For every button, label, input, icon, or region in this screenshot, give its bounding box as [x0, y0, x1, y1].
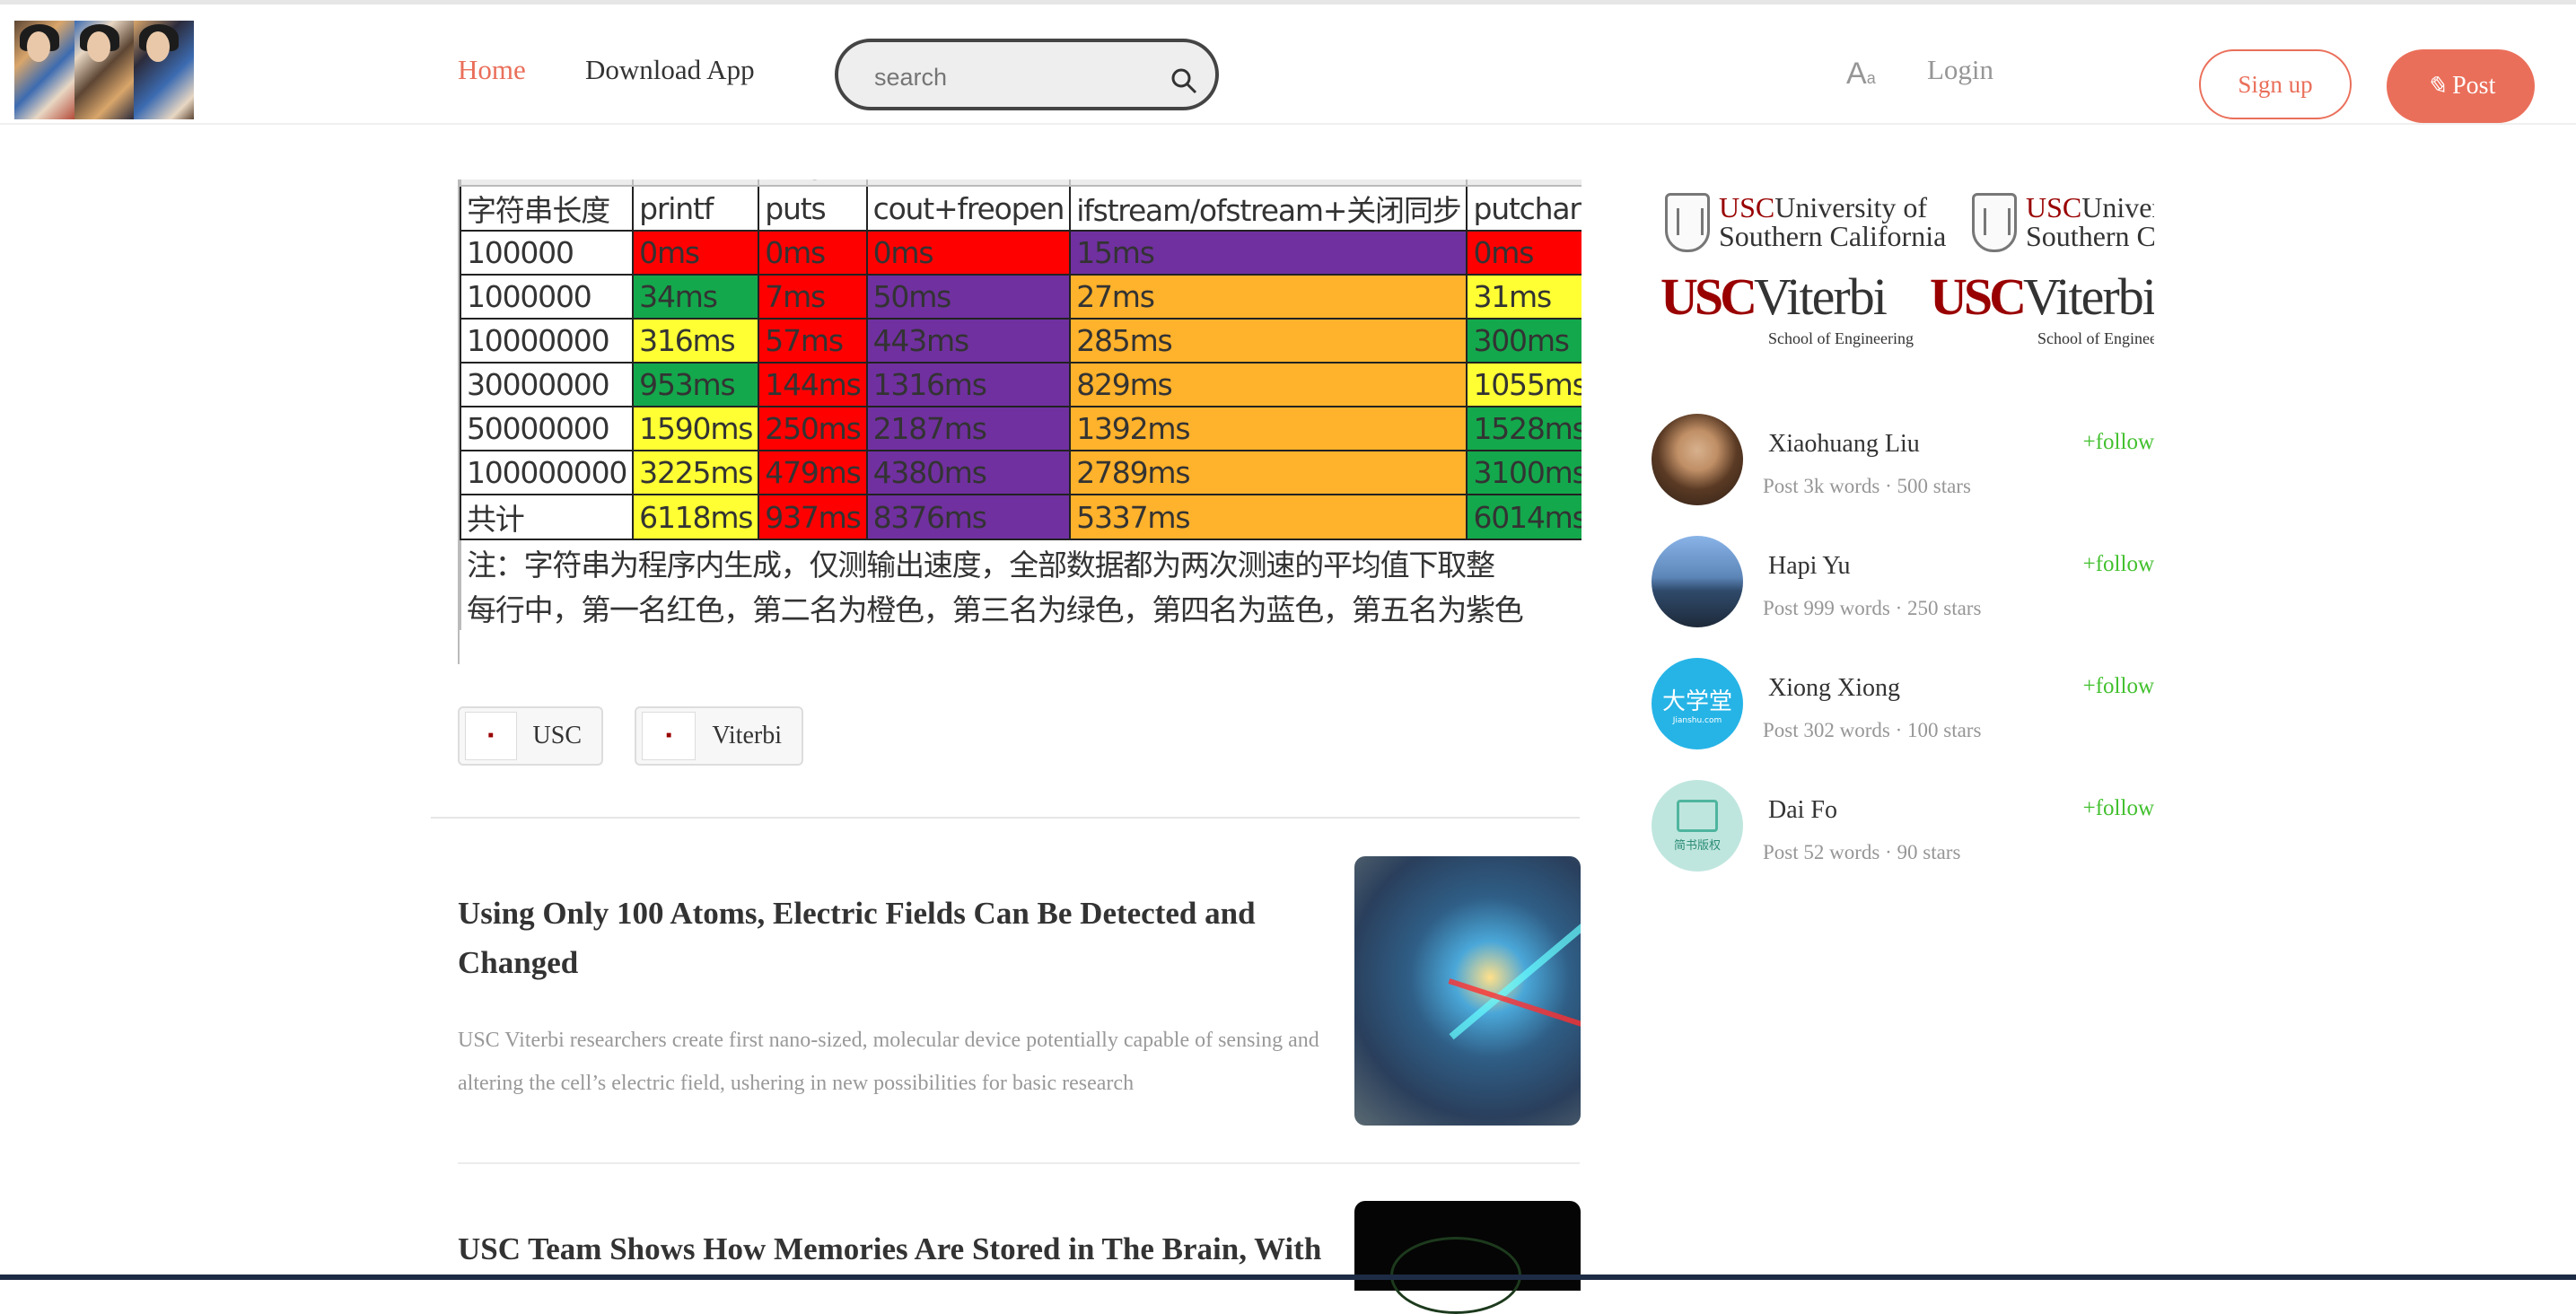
writer-meta: Post 52 words · 90 stars — [1763, 841, 1961, 863]
article-divider — [458, 1162, 1580, 1164]
table-cell: 443ms — [865, 318, 1072, 364]
benchmark-table: A B C D E F 字符串长度 printf puts cout+freop… — [460, 180, 1582, 630]
table-cell: 1055ms — [1466, 362, 1582, 407]
search-icon[interactable] — [1170, 67, 1197, 94]
avatar[interactable]: 简书版权 — [1652, 780, 1743, 872]
pen-icon: ✎ — [2425, 73, 2448, 101]
usc-tag-icon: ■ — [465, 712, 517, 760]
table-cell: 34ms — [632, 274, 760, 320]
nav-download-app-link[interactable]: Download App — [585, 54, 755, 86]
avatar[interactable] — [1652, 414, 1743, 505]
writer-name[interactable]: Dai Fo — [1768, 796, 1837, 825]
writer-meta: Post 999 words · 250 stars — [1763, 597, 1982, 619]
post-button[interactable]: ✎ Post — [2387, 49, 2535, 123]
writer-name[interactable]: Hapi Yu — [1768, 552, 1851, 581]
follow-button[interactable]: +follow — [2083, 674, 2154, 699]
table-row: 10000000 316ms 57ms 443ms 285ms 300ms — [460, 318, 1582, 364]
table-cell: 8376ms — [865, 494, 1072, 540]
table-cell: 15ms — [1069, 230, 1468, 276]
calendar-icon — [1677, 799, 1718, 832]
bottom-border — [0, 1275, 2576, 1280]
table-row: 100000000 3225ms 479ms 4380ms 2789ms 3100ms — [460, 450, 1582, 495]
login-link[interactable]: Login — [1927, 54, 1993, 86]
tag-viterbi[interactable]: ■ Viterbi — [635, 706, 803, 766]
writer-meta: Post 302 words · 100 stars — [1763, 719, 1982, 741]
signup-button[interactable]: Sign up — [2199, 49, 2352, 119]
table-cell: 1316ms — [865, 362, 1072, 407]
sidebar-brand-banners: USCUniversity of Southern California USC… — [1660, 191, 2154, 347]
table-cell: 300ms — [1466, 318, 1582, 364]
post-button-label: Post — [2452, 72, 2496, 100]
benchmark-table-image: A B C D E F 字符串长度 printf puts cout+freop… — [458, 180, 1582, 664]
table-cell: 285ms — [1069, 318, 1468, 364]
table-cell: 0ms — [865, 230, 1072, 276]
table-cell: 57ms — [758, 318, 868, 364]
table-cell: 316ms — [632, 318, 760, 364]
table-cell: 0ms — [758, 230, 868, 276]
table-cell: 144ms — [758, 362, 868, 407]
follow-button[interactable]: +follow — [2083, 796, 2154, 821]
search-input[interactable] — [872, 60, 1145, 94]
table-cell: 31ms — [1466, 274, 1582, 320]
writer-item: Hapi Yu Post 999 words · 250 stars +foll… — [1652, 536, 2154, 629]
table-cell: 27ms — [1069, 274, 1468, 320]
usc-seal-icon — [1972, 193, 2017, 252]
table-cell: 953ms — [632, 362, 760, 407]
section-divider — [431, 817, 1580, 819]
table-row: 50000000 1590ms 250ms 2187ms 1392ms 1528ms — [460, 406, 1582, 451]
writer-name[interactable]: Xiong Xiong — [1768, 674, 1900, 703]
usc-seal-icon — [1665, 193, 1710, 252]
follow-button[interactable]: +follow — [2083, 430, 2154, 455]
table-row: 100000 0ms 0ms 0ms 15ms 0ms — [460, 230, 1582, 276]
table-cell: 2187ms — [865, 406, 1072, 451]
table-header-row: 字符串长度 printf puts cout+freopen ifstream/… — [460, 185, 1582, 232]
table-cell: 3225ms — [632, 450, 760, 495]
table-cell: 1392ms — [1069, 406, 1468, 451]
table-cell: 2789ms — [1069, 450, 1468, 495]
article-thumbnail[interactable] — [1354, 856, 1581, 1126]
column-letters-row: A B C D E F — [460, 180, 1582, 187]
table-cell: 7ms — [758, 274, 868, 320]
table-row: 1000000 34ms 7ms 50ms 27ms 31ms — [460, 274, 1582, 320]
article-title[interactable]: USC Team Shows How Memories Are Stored i… — [458, 1231, 1355, 1267]
table-note-row: 注：字符串为程序内生成，仅测输出速度，全部数据都为两次测速的平均值下取整 — [460, 539, 1582, 585]
table-cell: 1528ms — [1466, 406, 1582, 451]
nav-home-link[interactable]: Home — [458, 54, 526, 86]
writer-name[interactable]: Xiaohuang Liu — [1768, 430, 1920, 459]
table-row: 30000000 953ms 144ms 1316ms 829ms 1055ms — [460, 362, 1582, 407]
table-cell: 0ms — [1466, 230, 1582, 276]
table-cell: 6118ms — [632, 494, 760, 540]
tag-usc[interactable]: ■ USC — [458, 706, 603, 766]
search-box — [835, 39, 1219, 110]
table-cell: 50ms — [865, 274, 1072, 320]
table-cell: 3100ms — [1466, 450, 1582, 495]
follow-button[interactable]: +follow — [2083, 552, 2154, 577]
table-cell: 5337ms — [1069, 494, 1468, 540]
article-title[interactable]: Using Only 100 Atoms, Electric Fields Ca… — [458, 889, 1355, 987]
article-abstract: USC Viterbi researchers create first nan… — [458, 1029, 1319, 1095]
writer-item: 大学堂 Jianshu.com Xiong Xiong Post 302 wor… — [1652, 658, 2154, 751]
avatar[interactable]: 大学堂 Jianshu.com — [1652, 658, 1743, 749]
table-row: 共计 6118ms 937ms 8376ms 5337ms 6014ms — [460, 494, 1582, 540]
writer-item: 简书版权 Dai Fo Post 52 words · 90 stars +fo… — [1652, 780, 2154, 873]
site-logo[interactable] — [14, 21, 195, 119]
writer-item: Xiaohuang Liu Post 3k words · 500 stars … — [1652, 414, 2154, 507]
writer-meta: Post 3k words · 500 stars — [1763, 475, 1971, 497]
table-note-row: 每行中，第一名红色，第二名为橙色，第三名为绿色，第四名为蓝色，第五名为紫色 — [460, 585, 1582, 630]
table-cell: 4380ms — [865, 450, 1072, 495]
table-cell: 6014ms — [1466, 494, 1582, 540]
avatar[interactable] — [1652, 536, 1743, 627]
table-cell: 829ms — [1069, 362, 1468, 407]
viterbi-tag-icon: ■ — [642, 712, 697, 760]
top-navbar: Home Download App Aa Login Sign up ✎ Pos… — [0, 4, 2576, 125]
table-cell: 479ms — [758, 450, 868, 495]
table-cell: 937ms — [758, 494, 868, 540]
font-size-toggle[interactable]: Aa — [1846, 57, 1876, 92]
table-cell: 1590ms — [632, 406, 760, 451]
table-cell: 250ms — [758, 406, 868, 451]
table-cell: 0ms — [632, 230, 760, 276]
